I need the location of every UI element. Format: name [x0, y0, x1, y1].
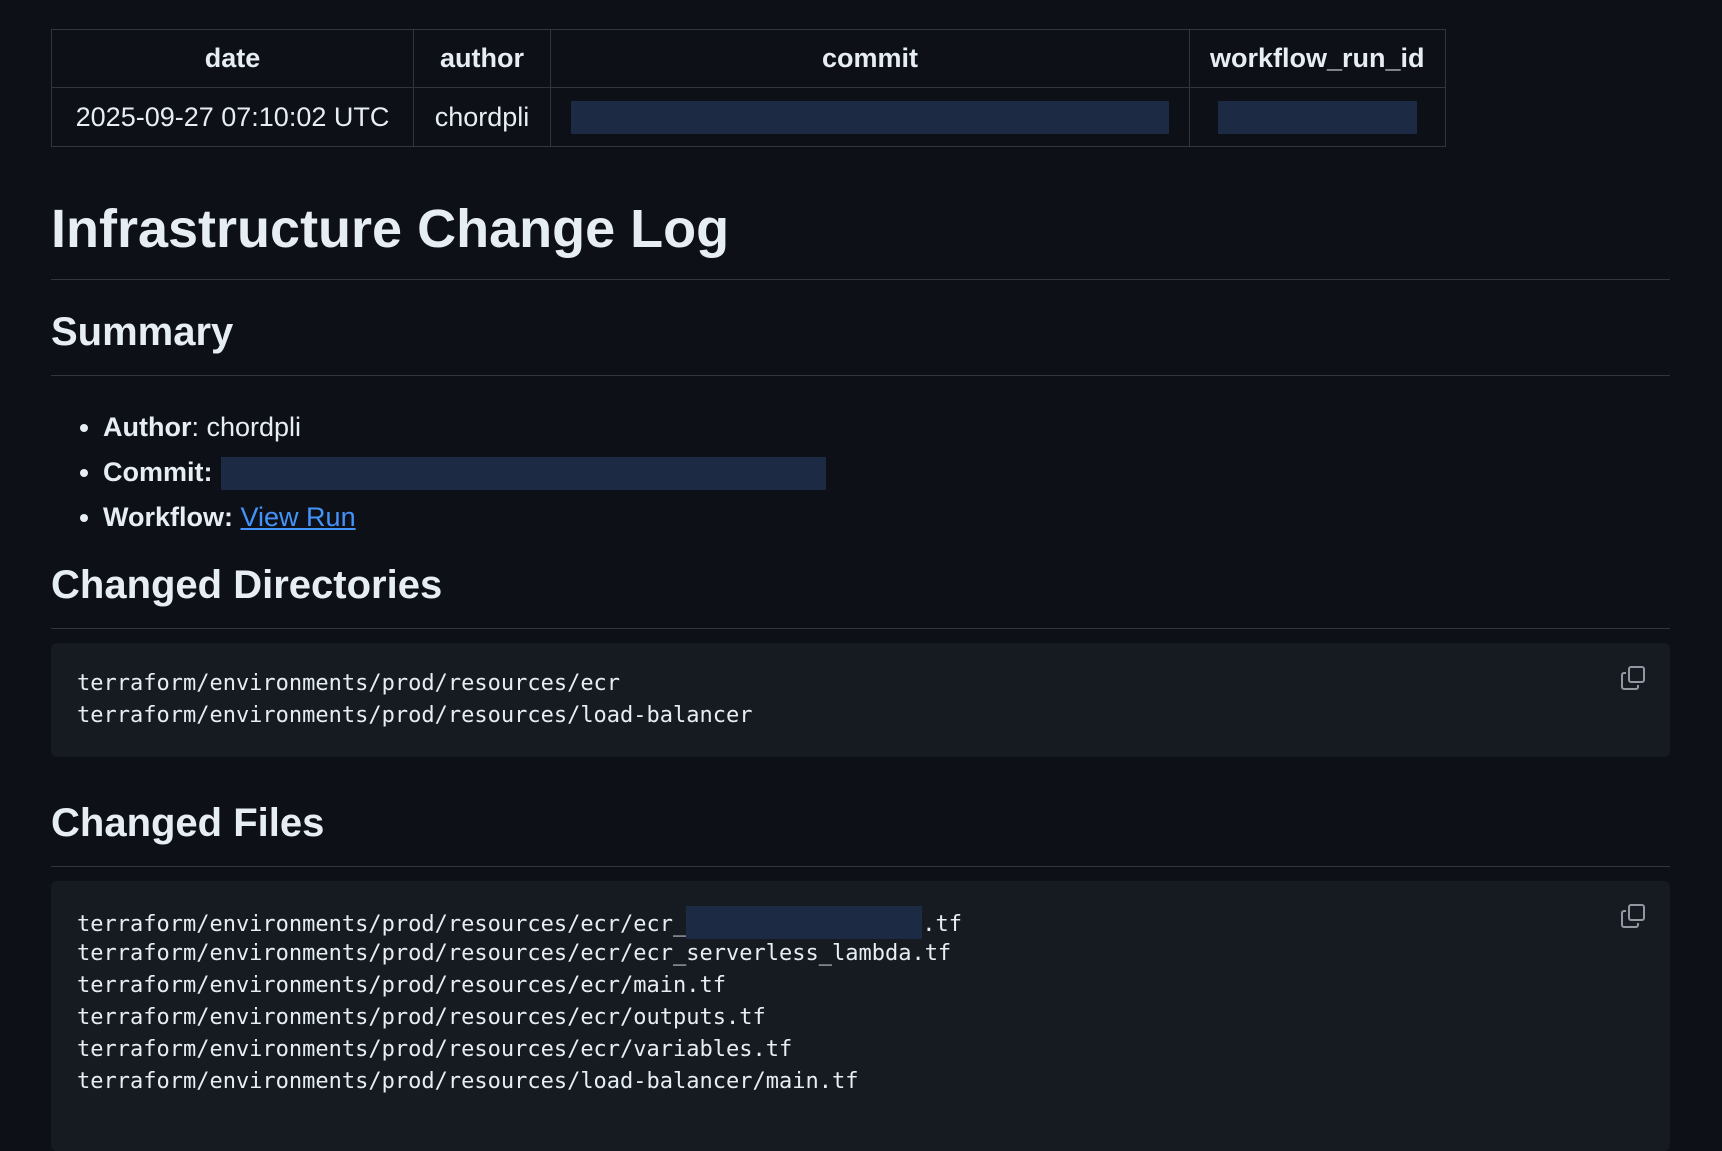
code-line: terraform/environments/prod/resources/lo…: [77, 703, 753, 728]
cell-date: 2025-09-27 07:10:02 UTC: [51, 87, 414, 147]
summary-author-item: Author: chordpli: [103, 405, 826, 450]
redacted-commit-link: [220, 457, 826, 491]
code-line: terraform/environments/prod/resources/ec…: [77, 1005, 766, 1030]
copy-button[interactable]: [1618, 901, 1648, 931]
changed-files-codeblock: terraform/environments/prod/resources/ec…: [51, 881, 1670, 1151]
code-line: terraform/environments/prod/resources/ec…: [77, 671, 621, 696]
code-line: terraform/environments/prod/resources/lo…: [77, 1069, 859, 1094]
metadata-table: date author commit workflow_run_id 2025-…: [51, 29, 1446, 147]
code-line: terraform/environments/prod/resources/ec…: [77, 1037, 793, 1062]
summary-workflow-item: Workflow: View Run: [103, 495, 826, 540]
changed-directories-code: terraform/environments/prod/resources/ec…: [51, 643, 1670, 732]
header-author: author: [413, 29, 551, 88]
table-header-row: date author commit workflow_run_id: [51, 29, 1446, 88]
header-commit: commit: [550, 29, 1190, 88]
code-line-suffix: .tf: [922, 912, 963, 937]
author-value: : chordpli: [191, 412, 302, 442]
header-workflow-run-id: workflow_run_id: [1189, 29, 1446, 88]
cell-author: chordpli: [413, 87, 551, 147]
view-run-link[interactable]: View Run: [241, 502, 356, 532]
code-line: terraform/environments/prod/resources/ec…: [77, 906, 1670, 939]
table-row: 2025-09-27 07:10:02 UTC chordpli: [51, 87, 1446, 147]
redacted-workflow-run-id: [1217, 100, 1417, 134]
code-line-prefix: terraform/environments/prod/resources/ec…: [77, 912, 687, 937]
commit-label: Commit:: [103, 457, 213, 487]
changed-directories-codeblock: terraform/environments/prod/resources/ec…: [51, 643, 1670, 757]
author-label: Author: [103, 412, 192, 442]
workflow-label: Workflow:: [103, 502, 233, 532]
copy-icon: [1621, 666, 1645, 690]
page-title: Infrastructure Change Log: [51, 188, 1670, 280]
header-date: date: [51, 29, 414, 88]
copy-button[interactable]: [1618, 663, 1648, 693]
code-line: terraform/environments/prod/resources/ec…: [77, 973, 727, 998]
copy-icon: [1621, 904, 1645, 928]
changed-files-heading: Changed Files: [51, 794, 1670, 867]
summary-heading: Summary: [51, 303, 1670, 376]
redacted-commit-hash: [571, 100, 1169, 134]
redacted-filename: [686, 906, 923, 939]
cell-commit: [550, 87, 1190, 147]
markdown-body: date author commit workflow_run_id 2025-…: [51, 29, 1670, 1151]
cell-workflow-run-id: [1189, 87, 1446, 147]
changed-directories-heading: Changed Directories: [51, 556, 1670, 629]
summary-list: Author: chordpli Commit: Workflow: View …: [51, 405, 826, 540]
changed-files-code: terraform/environments/prod/resources/ec…: [51, 881, 1670, 1098]
summary-commit-item: Commit:: [103, 450, 826, 495]
code-line: terraform/environments/prod/resources/ec…: [77, 941, 952, 966]
